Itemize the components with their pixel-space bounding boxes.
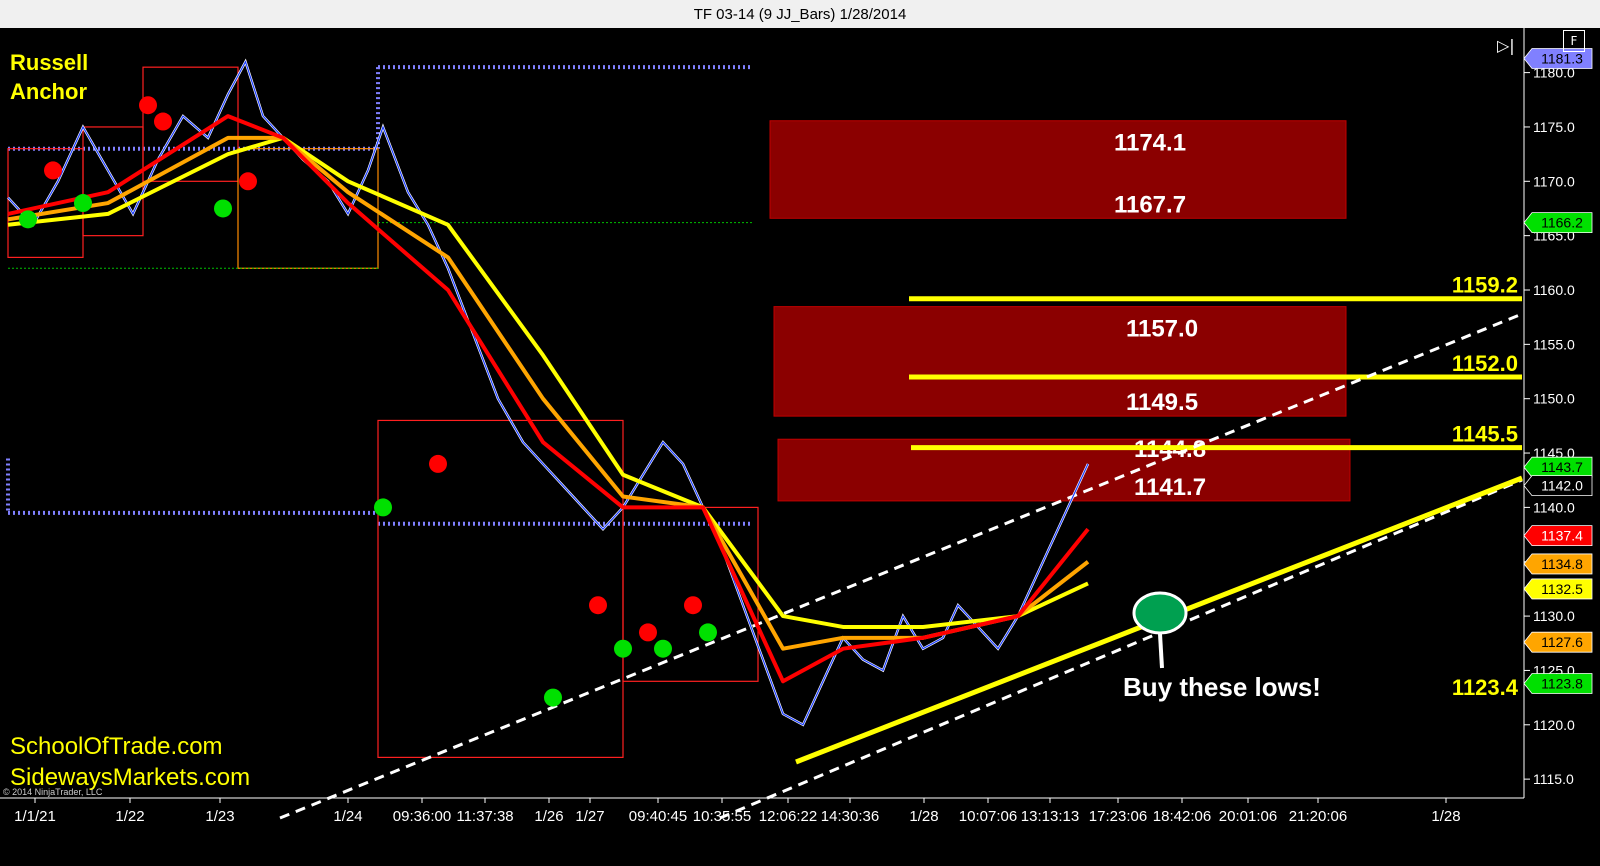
x-tick-label-7: 1/27 bbox=[575, 808, 604, 825]
x-tick-label-4: 09:36:00 bbox=[393, 808, 451, 825]
price-tag-label-3: 1142.0 bbox=[1541, 478, 1583, 494]
zone-label-0-0: 1174.1 bbox=[1114, 130, 1186, 157]
buy-dot-5 bbox=[614, 639, 632, 658]
y-tick-label-11: 1170.0 bbox=[1533, 173, 1575, 189]
x-tick-label-15: 17:23:06 bbox=[1089, 808, 1147, 825]
x-tick-label-16: 18:42:06 bbox=[1153, 808, 1211, 825]
buy-dot-3 bbox=[374, 498, 392, 517]
x-tick-label-12: 1/28 bbox=[909, 808, 938, 825]
yellow-level-label-1: 1152.0 bbox=[1452, 351, 1518, 376]
buy-dot-2 bbox=[214, 199, 232, 218]
x-tick-label-1: 1/22 bbox=[115, 808, 144, 825]
zone-label-1-0: 1157.0 bbox=[1126, 316, 1198, 343]
sell-dot-1 bbox=[139, 96, 157, 115]
x-tick-label-8: 09:40:45 bbox=[629, 808, 687, 825]
price-tag-label-0: 1181.3 bbox=[1541, 50, 1583, 66]
sell-dot-2 bbox=[154, 112, 172, 131]
anchor-label: Anchor bbox=[10, 79, 87, 104]
buy-dot-1 bbox=[74, 194, 92, 213]
window-title: TF 03-14 (9 JJ_Bars) 1/28/2014 bbox=[0, 0, 1600, 29]
buy-callout-arrow bbox=[1158, 633, 1164, 669]
supply-zone-0 bbox=[769, 120, 1347, 219]
x-tick-label-2: 1/23 bbox=[205, 808, 234, 825]
buy-callout-label: Buy these lows! bbox=[1123, 672, 1321, 702]
y-tick-label-8: 1155.0 bbox=[1533, 336, 1575, 352]
yellow-level-label-3: 1123.4 bbox=[1452, 675, 1519, 700]
price-tag-label-6: 1132.5 bbox=[1541, 581, 1583, 597]
copyright-label: © 2014 NinjaTrader, LLC bbox=[3, 787, 103, 797]
buy-dot-6 bbox=[654, 639, 672, 658]
price-tag-label-7: 1127.6 bbox=[1541, 634, 1583, 650]
sell-dot-7 bbox=[684, 596, 702, 615]
price-tag-label-8: 1123.8 bbox=[1541, 675, 1583, 691]
price-chart[interactable]: 1174.11167.71157.01149.51144.81141.7 115… bbox=[0, 28, 1600, 866]
yellow-level-label-0: 1159.2 bbox=[1452, 273, 1518, 298]
y-tick-label-7: 1150.0 bbox=[1533, 391, 1575, 407]
x-tick-label-18: 21:20:06 bbox=[1289, 808, 1347, 825]
y-tick-label-0: 1115.0 bbox=[1533, 771, 1574, 787]
y-tick-label-12: 1175.0 bbox=[1533, 119, 1575, 135]
price-tag-label-2: 1143.7 bbox=[1541, 459, 1583, 475]
buy-callout-circle bbox=[1132, 591, 1188, 635]
price-tag-label-1: 1166.2 bbox=[1541, 215, 1583, 231]
x-tick-label-0: 1/1/21 bbox=[14, 808, 56, 825]
sell-dot-0 bbox=[44, 161, 62, 180]
x-tick-label-9: 10:35:55 bbox=[693, 808, 751, 825]
y-tick-label-9: 1160.0 bbox=[1533, 282, 1575, 298]
supply-zones: 1174.11167.71157.01149.51144.81141.7 bbox=[769, 120, 1351, 502]
zone-label-2-1: 1141.7 bbox=[1134, 474, 1206, 501]
price-tag-label-5: 1134.8 bbox=[1541, 556, 1583, 572]
play-skip-icon[interactable]: ▷| bbox=[1497, 36, 1515, 55]
sell-dot-5 bbox=[589, 596, 607, 615]
x-tick-label-5: 11:37:38 bbox=[456, 808, 513, 825]
supply-zone-1 bbox=[773, 306, 1347, 417]
x-tick-label-14: 13:13:13 bbox=[1021, 808, 1079, 825]
sell-dot-3 bbox=[239, 172, 257, 191]
yellow-level-label-2: 1145.5 bbox=[1452, 422, 1518, 447]
buy-dot-4 bbox=[544, 688, 562, 707]
buy-dot-0 bbox=[19, 210, 37, 229]
y-tick-label-5: 1140.0 bbox=[1533, 499, 1575, 515]
price-tag-label-4: 1137.4 bbox=[1541, 528, 1583, 544]
x-tick-label-13: 10:07:06 bbox=[959, 808, 1017, 825]
zone-label-0-1: 1167.7 bbox=[1114, 191, 1186, 218]
sell-dot-6 bbox=[639, 623, 657, 642]
x-tick-label-17: 20:01:06 bbox=[1219, 808, 1277, 825]
x-tick-label-6: 1/26 bbox=[534, 808, 563, 825]
x-tick-label-11: 14:30:36 bbox=[821, 808, 879, 825]
y-tick-label-1: 1120.0 bbox=[1533, 717, 1575, 733]
zone-label-1-1: 1149.5 bbox=[1126, 389, 1198, 416]
x-tick-label-19: 1/28 bbox=[1431, 808, 1460, 825]
y-tick-label-3: 1130.0 bbox=[1533, 608, 1575, 624]
x-tick-label-3: 1/24 bbox=[333, 808, 362, 825]
schooloftrade-label: SchoolOfTrade.com bbox=[10, 733, 223, 760]
sell-dot-4 bbox=[429, 454, 447, 473]
russell-label: Russell bbox=[10, 50, 89, 75]
buy-dot-7 bbox=[699, 623, 717, 642]
f-button[interactable]: F bbox=[1563, 30, 1585, 52]
x-tick-label-10: 12:06:22 bbox=[759, 808, 817, 825]
